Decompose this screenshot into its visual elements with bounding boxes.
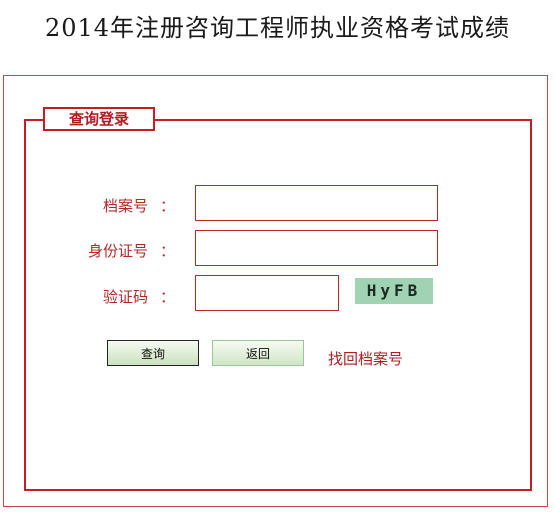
captcha-input[interactable] [195, 275, 339, 311]
captcha-image[interactable]: HyFB [355, 278, 433, 304]
back-button[interactable]: 返回 [212, 340, 304, 366]
archive-number-colon: ： [159, 197, 175, 215]
login-legend: 查询登录 [43, 107, 155, 131]
id-number-label-row: 身份证号 ： [25, 240, 175, 261]
id-number-colon: ： [159, 242, 175, 260]
archive-number-label-row: 档案号 ： [25, 195, 175, 216]
page-title: 2014年注册咨询工程师执业资格考试成绩 [44, 14, 511, 42]
archive-number-input[interactable] [195, 185, 438, 221]
id-number-label: 身份证号 [87, 242, 148, 260]
captcha-colon: ： [159, 288, 175, 306]
captcha-label: 验证码 [102, 288, 148, 306]
id-number-input[interactable] [195, 230, 438, 266]
recover-archive-number-link[interactable]: 找回档案号 [328, 348, 403, 369]
archive-number-label: 档案号 [102, 197, 148, 215]
captcha-label-row: 验证码 ： [25, 286, 175, 307]
query-button[interactable]: 查询 [107, 340, 199, 366]
